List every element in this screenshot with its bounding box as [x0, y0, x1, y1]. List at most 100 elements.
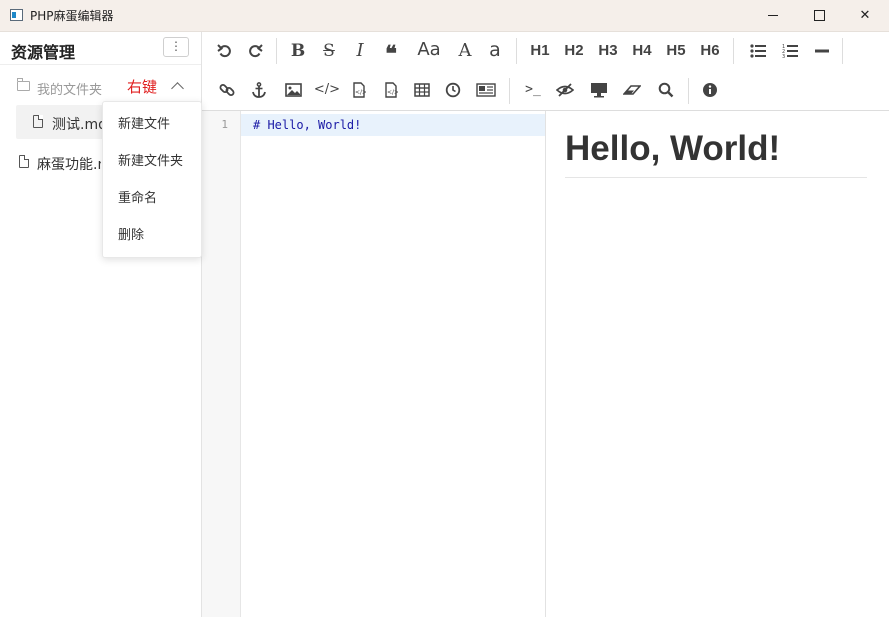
- line-number: 1: [221, 118, 228, 131]
- right-click-annotation: 右键: [127, 78, 158, 96]
- uppercase-icon: A: [458, 40, 472, 61]
- clock-icon: [445, 82, 461, 98]
- html-entities-icon: [476, 83, 496, 97]
- ordered-list-icon: 123: [782, 44, 798, 59]
- toolbar-divider: [733, 38, 734, 64]
- italic-button[interactable]: I: [346, 37, 374, 65]
- quote-button[interactable]: ❝: [377, 37, 405, 67]
- unordered-list-button[interactable]: [744, 37, 772, 65]
- anchor-button[interactable]: [245, 76, 273, 104]
- title-bar: PHP麻蛋编辑器 ✕: [0, 0, 889, 32]
- redo-button[interactable]: [241, 37, 269, 65]
- bold-icon: B: [290, 41, 306, 61]
- terminal-icon: >_: [525, 82, 541, 97]
- toolbar-divider: [516, 38, 517, 64]
- file-icon: [19, 155, 29, 168]
- link-button[interactable]: [213, 76, 241, 104]
- html-entities-button[interactable]: [472, 76, 500, 104]
- toggle-preview-button[interactable]: [551, 76, 579, 104]
- ordered-list-button[interactable]: 123: [776, 37, 804, 65]
- redo-icon: [249, 44, 263, 58]
- window-title: PHP麻蛋编辑器: [30, 9, 114, 23]
- heading-3-button[interactable]: H3: [594, 37, 622, 65]
- eraser-icon: [623, 85, 641, 95]
- lowercase-icon: a: [489, 39, 501, 61]
- bold-button[interactable]: B: [284, 37, 312, 65]
- svg-text:3: 3: [782, 54, 785, 59]
- folder-item[interactable]: 我的文件夹 右键: [0, 76, 201, 98]
- code-icon: </>: [313, 82, 341, 97]
- file-icon: [33, 115, 43, 128]
- toolbar-divider: [276, 38, 277, 64]
- unordered-list-icon: [750, 44, 766, 58]
- code-block-button[interactable]: </>: [377, 76, 405, 104]
- desktop-icon: [591, 83, 607, 98]
- toolbar-divider: [842, 38, 843, 64]
- heading-4-button[interactable]: H4: [628, 37, 656, 65]
- code-block-icon: </>: [385, 82, 398, 98]
- maximize-button[interactable]: [796, 0, 842, 31]
- folder-icon: [17, 78, 30, 91]
- inline-code-button[interactable]: </>: [313, 76, 341, 104]
- lowercase-button[interactable]: a: [481, 36, 509, 64]
- info-icon: [703, 83, 717, 97]
- strikethrough-button[interactable]: S: [315, 37, 343, 65]
- menu-item-delete[interactable]: 删除: [103, 217, 201, 254]
- chevron-up-icon[interactable]: [171, 82, 184, 95]
- minimize-button[interactable]: [750, 0, 796, 31]
- preview-heading: Hello, World!: [565, 129, 781, 168]
- info-button[interactable]: [696, 76, 724, 104]
- code-file-button[interactable]: </>: [345, 76, 373, 104]
- menu-item-new-file[interactable]: 新建文件: [103, 106, 201, 143]
- markdown-preview: Hello, World!: [546, 111, 889, 617]
- undo-button[interactable]: [211, 37, 239, 65]
- file-label: 麻蛋功能.md: [37, 157, 101, 173]
- quote-icon: ❝: [385, 41, 397, 67]
- heading-5-button[interactable]: H5: [662, 37, 690, 65]
- search-button[interactable]: [652, 76, 680, 104]
- eye-slash-icon: [556, 83, 574, 97]
- table-icon: [414, 83, 430, 97]
- active-code-line[interactable]: # Hello, World!: [241, 114, 545, 136]
- image-button[interactable]: [279, 76, 307, 104]
- menu-item-new-folder[interactable]: 新建文件夹: [103, 143, 201, 180]
- folder-label: 我的文件夹: [37, 83, 103, 98]
- svg-text:</>: </>: [387, 89, 398, 96]
- svg-text:</>: </>: [355, 89, 366, 96]
- close-button[interactable]: ✕: [842, 0, 888, 31]
- heading-6-button[interactable]: H6: [696, 37, 724, 65]
- anchor-icon: [252, 82, 266, 98]
- line-number-gutter: 1: [202, 111, 241, 617]
- maximize-icon: [813, 10, 825, 21]
- datetime-button[interactable]: [439, 76, 467, 104]
- toolbar-divider: [688, 78, 689, 104]
- table-button[interactable]: [408, 76, 436, 104]
- terminal-button[interactable]: >_: [519, 76, 547, 104]
- context-menu: 新建文件 新建文件夹 重命名 删除: [102, 101, 202, 258]
- editor-toolbar: B S I ❝ Aa A a H1 H2 H3 H4 H5 H6 123 </>…: [202, 32, 889, 111]
- uppercase-button[interactable]: A: [451, 37, 479, 65]
- case-toggle-button[interactable]: Aa: [412, 36, 446, 64]
- heading-2-button[interactable]: H2: [560, 37, 588, 65]
- minimize-icon: [768, 15, 778, 16]
- fullscreen-preview-button[interactable]: [585, 76, 613, 104]
- markdown-editor[interactable]: # Hello, World!: [241, 111, 545, 617]
- code-line-text: # Hello, World!: [253, 118, 362, 132]
- heading-1-button[interactable]: H1: [526, 37, 554, 65]
- file-item[interactable]: 测试.md: [16, 105, 116, 139]
- strikethrough-icon: S: [323, 41, 335, 61]
- sidebar-title: 资源管理: [11, 43, 76, 62]
- horizontal-rule-icon: [815, 49, 829, 53]
- link-icon: [219, 84, 235, 96]
- clear-button[interactable]: [618, 76, 646, 104]
- app-icon: [10, 9, 23, 21]
- code-file-icon: </>: [353, 82, 366, 98]
- case-icon: Aa: [417, 39, 441, 60]
- sidebar-more-button[interactable]: ⋮: [163, 37, 189, 57]
- horizontal-rule-button[interactable]: [808, 37, 836, 65]
- heading-underline: [565, 177, 867, 178]
- menu-item-rename[interactable]: 重命名: [103, 180, 201, 217]
- toolbar-divider: [509, 78, 510, 104]
- search-icon: [658, 82, 674, 98]
- undo-icon: [217, 44, 231, 58]
